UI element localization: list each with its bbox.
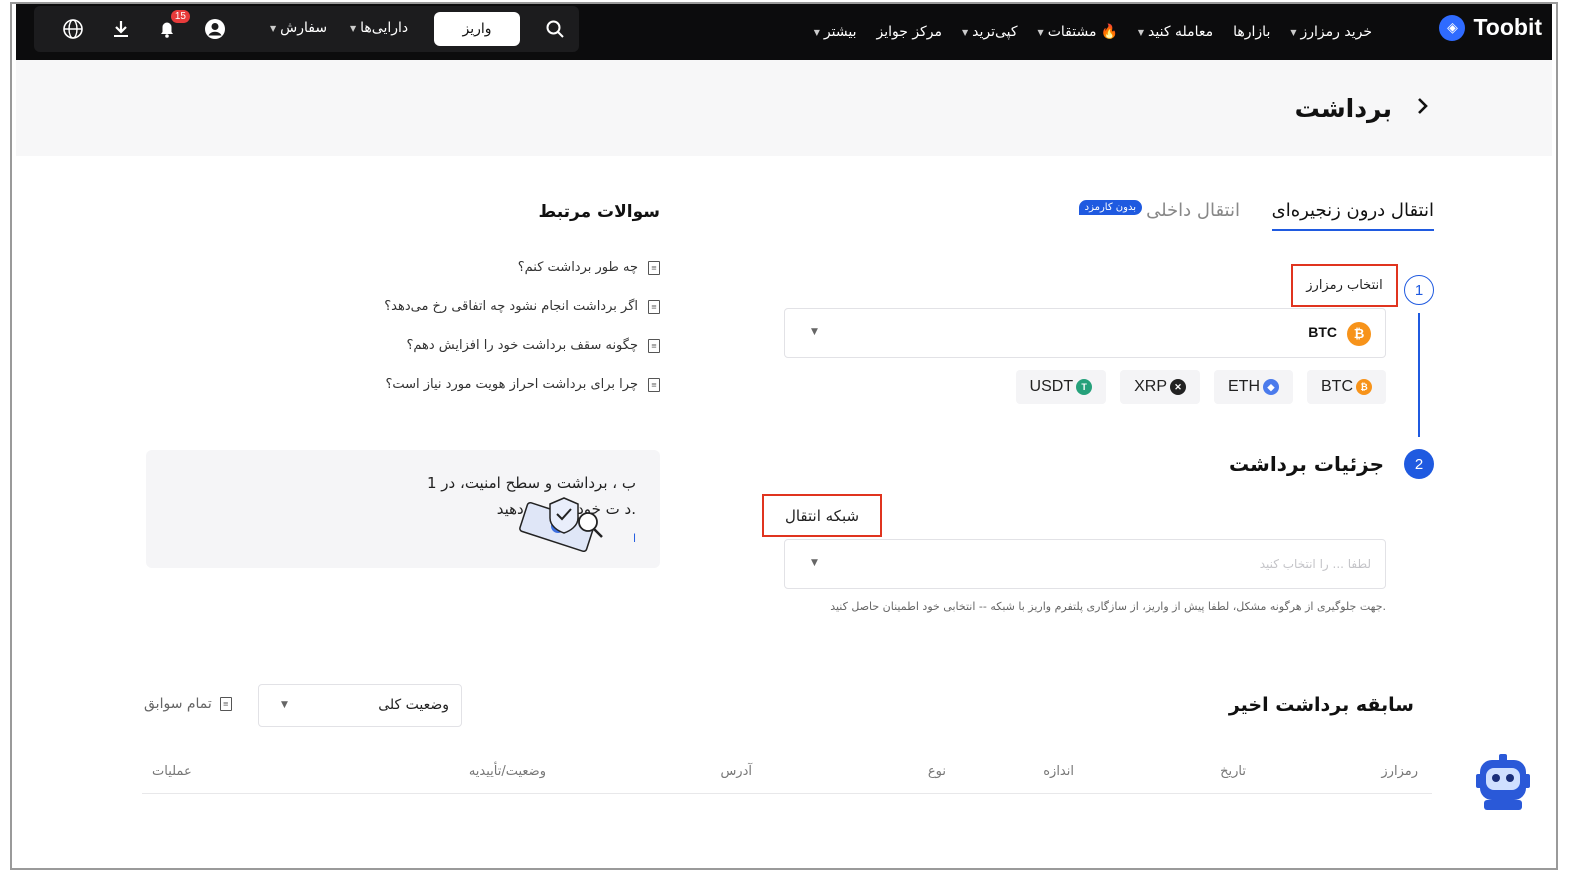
withdraw-details-title: جزئیات برداشت [1228, 452, 1384, 476]
document-icon: ≡ [648, 338, 660, 353]
search-icon[interactable] [542, 16, 568, 42]
chevron-down-icon: ▼ [813, 27, 820, 37]
selected-coin: BTC [1308, 324, 1337, 340]
faq-item[interactable]: ≡ اگر برداشت انجام نشود چه اتفاقی رخ می‌د… [384, 299, 660, 314]
chip-btc[interactable]: BTC ₿ [1307, 370, 1386, 404]
notification-bell-icon[interactable]: 15 [154, 10, 190, 42]
chip-usdt[interactable]: USDT T [1015, 370, 1107, 404]
back-chevron-icon[interactable] [1414, 96, 1430, 122]
btc-coin-icon: ₿ [1356, 379, 1372, 395]
col-status: وضعیت/تأییدیه [468, 764, 546, 779]
dropdown-arrow-icon: ▼ [811, 558, 818, 568]
step-2-indicator: 2 [1404, 449, 1434, 479]
col-type: نوع [927, 764, 946, 779]
toobit-logo-icon: ◈ [1439, 14, 1466, 41]
step-1-indicator: 1 [1404, 275, 1434, 305]
tab-internal-transfer[interactable]: انتقال داخلی [1146, 200, 1240, 221]
chevron-down-icon: ▼ [350, 23, 357, 33]
page-header: برداشت [16, 60, 1552, 156]
top-navigation-bar: ◈ Toobit خرید رمزارز ▼ بازارها معامله کنی… [16, 4, 1552, 60]
col-address: آدرس [720, 764, 752, 779]
chip-eth[interactable]: ETH ◆ [1214, 370, 1293, 404]
faq-title: سوالات مرتبط [538, 202, 661, 222]
chip-xrp[interactable]: XRP ✕ [1120, 370, 1200, 404]
faq-item[interactable]: ≡ چه طور برداشت کنم؟ [384, 260, 660, 275]
notification-count-badge: 15 [170, 10, 190, 23]
col-crypto: رمزارز [1381, 764, 1418, 779]
document-icon: ≡ [219, 697, 232, 711]
transfer-network-label: شبکه انتقال [762, 494, 882, 537]
deposit-button[interactable]: واریز [434, 12, 520, 46]
faq-list: ≡ چه طور برداشت کنم؟ ≡ اگر برداشت انجام نش… [384, 260, 660, 392]
user-toolbar: 15 سفارش ▼ دارایی‌ها ▼ واریز [34, 6, 579, 52]
support-robot-icon[interactable] [1474, 752, 1532, 814]
status-filter-dropdown[interactable]: وضعیت کلی ▼ [258, 684, 462, 727]
tab-onchain-transfer[interactable]: انتقال درون زنجیره‌ای [1271, 200, 1434, 231]
eth-coin-icon: ◆ [1263, 379, 1279, 395]
page-title: برداشت [1294, 94, 1392, 123]
usdt-coin-icon: T [1076, 379, 1093, 395]
nav-rewards-center[interactable]: مرکز جوایز [876, 24, 941, 40]
chevron-down-icon: ▼ [961, 27, 969, 37]
chevron-down-icon: ▼ [1037, 27, 1044, 37]
security-shield-illustration-icon [519, 497, 603, 553]
dropdown-arrow-icon: ▼ [281, 700, 288, 710]
history-table-header: رمزارز تاریخ اندازه نوع آدرس وضعیت/تأیید… [142, 752, 1432, 794]
fire-icon: 🔥 [1100, 24, 1118, 40]
download-icon[interactable] [108, 16, 134, 42]
nav-trade[interactable]: معامله کنید ▼ [1138, 24, 1213, 40]
col-date: تاریخ [1220, 764, 1246, 779]
assets-menu[interactable]: دارایی‌ها ▼ [350, 20, 408, 36]
brand-name: Toobit [1473, 14, 1542, 40]
nav-more[interactable]: بیشتر ▼ [814, 24, 857, 40]
chevron-down-icon: ▼ [1290, 27, 1297, 37]
document-icon: ≡ [648, 299, 660, 314]
coin-select-dropdown[interactable]: ₿ BTC ▼ [784, 308, 1386, 358]
security-promo-card[interactable]: ب ، برداشت و سطح امنیت، در 1 د ت خود را … [146, 450, 660, 568]
chevron-down-icon: ▼ [270, 23, 277, 33]
nav-copy-trade[interactable]: کپی‌ترید ▼ [962, 24, 1018, 40]
all-records-link[interactable]: ≡ تمام سوابق [144, 696, 232, 712]
brand[interactable]: ◈ Toobit [1439, 14, 1542, 41]
col-actions: عملیات [152, 764, 192, 779]
chevron-down-icon: ▼ [1137, 27, 1145, 37]
select-crypto-label: انتخاب رمزارز [1291, 264, 1398, 307]
nav-buy-crypto[interactable]: خرید رمزارز ▼ [1290, 24, 1372, 40]
language-globe-icon[interactable] [60, 16, 86, 42]
nav-derivatives[interactable]: 🔥 مشتقات ▼ [1038, 24, 1118, 40]
faq-item[interactable]: ≡ چگونه سقف برداشت خود را افزایش دهم؟ [384, 338, 660, 353]
col-amount: اندازه [1043, 764, 1074, 779]
user-avatar-icon[interactable] [202, 16, 228, 42]
nav-markets[interactable]: بازارها [1233, 24, 1270, 40]
orders-menu[interactable]: سفارش ▼ [270, 20, 327, 36]
step-connector-line [1418, 313, 1420, 437]
document-icon: ≡ [648, 260, 660, 275]
faq-item[interactable]: ≡ چرا برای برداشت احراز هویت مورد نیاز اس… [384, 377, 660, 392]
main-nav: خرید رمزارز ▼ بازارها معامله کنید ▼ 🔥 مشتقا… [814, 4, 1372, 60]
app-frame: ◈ Toobit خرید رمزارز ▼ بازارها معامله کنی… [10, 2, 1558, 870]
promo-link[interactable]: ا [633, 532, 636, 545]
document-icon: ≡ [648, 377, 660, 392]
network-hint-text: جهت جلوگیری از هرگونه مشکل، لطفا پیش از … [830, 600, 1386, 613]
dropdown-arrow-icon: ▼ [811, 327, 818, 337]
no-fee-badge: بدون کارمزد [1078, 200, 1142, 215]
network-select-dropdown[interactable]: لطفا ... را انتخاب کنید ▼ [784, 539, 1386, 589]
recent-withdraw-history-title: سابقه برداشت اخیر [1228, 694, 1414, 716]
btc-coin-icon: ₿ [1347, 322, 1371, 346]
quick-coin-chips: BTC ₿ ETH ◆ XRP ✕ USDT T [1015, 370, 1386, 404]
xrp-coin-icon: ✕ [1170, 379, 1186, 395]
network-placeholder: لطفا ... را انتخاب کنید [1259, 557, 1371, 571]
